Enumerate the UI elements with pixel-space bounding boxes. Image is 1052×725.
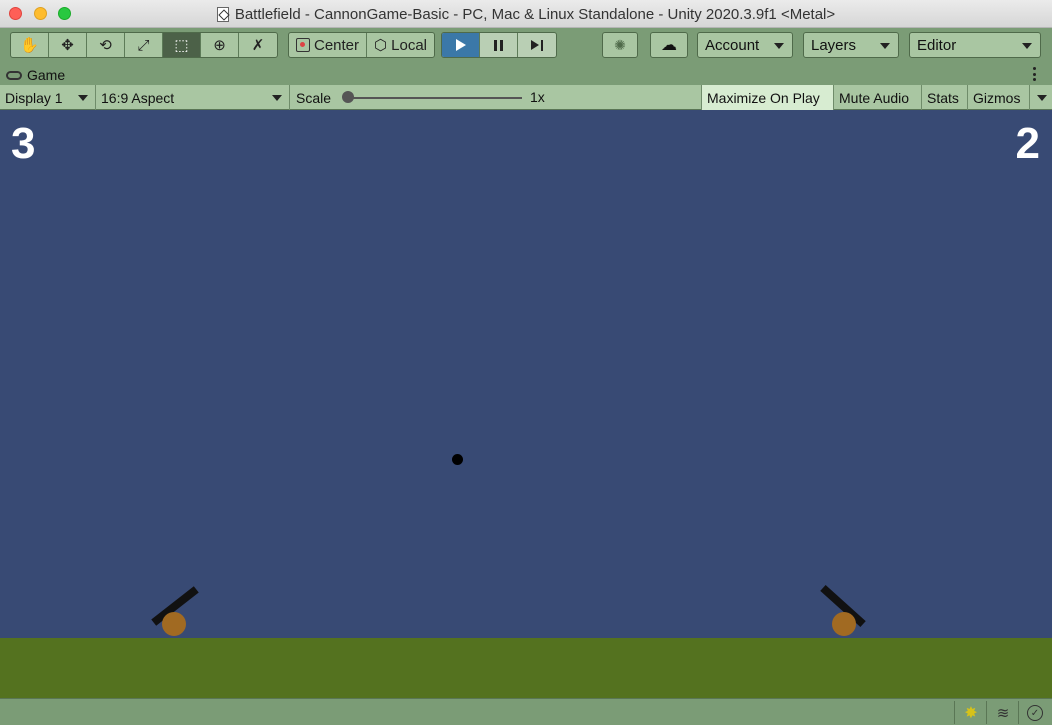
chevron-down-icon bbox=[78, 95, 88, 101]
ground bbox=[0, 638, 1052, 698]
hand-tool-button[interactable]: ✋ bbox=[11, 33, 49, 57]
display-dropdown[interactable]: Display 1 bbox=[0, 85, 96, 110]
scale-icon: ⤢ bbox=[137, 36, 150, 54]
collab-button[interactable]: ✺ bbox=[602, 32, 638, 58]
cache-server-icon[interactable]: ≋ bbox=[992, 703, 1014, 723]
tab-game-label: Game bbox=[27, 67, 66, 83]
right-cannon-wheel bbox=[832, 612, 856, 636]
mute-audio-toggle[interactable]: Mute Audio bbox=[834, 85, 922, 110]
pivot-space-label: Local bbox=[391, 36, 427, 54]
pivot-center-icon bbox=[296, 38, 310, 52]
pivot-toggles: Center ⬡ Local bbox=[288, 32, 435, 58]
layers-dropdown[interactable]: Layers bbox=[803, 32, 899, 58]
play-controls bbox=[441, 32, 557, 58]
status-divider bbox=[986, 701, 987, 724]
scale-slider-handle[interactable] bbox=[342, 91, 354, 103]
cannonball bbox=[452, 454, 463, 465]
rect-icon: ⬚ bbox=[174, 37, 189, 54]
unity-document-icon bbox=[216, 6, 229, 22]
account-label: Account bbox=[705, 36, 760, 54]
play-icon bbox=[455, 39, 466, 51]
rotate-tool-button[interactable]: ⟲ bbox=[87, 33, 125, 57]
custom-tool-button[interactable]: ✗ bbox=[239, 33, 277, 57]
chevron-down-icon bbox=[1022, 43, 1032, 49]
wrench-icon: ✗ bbox=[251, 37, 265, 54]
game-viewport[interactable]: 3 2 bbox=[0, 110, 1052, 698]
cloud-icon: ☁ bbox=[661, 37, 677, 54]
pause-button[interactable] bbox=[480, 33, 518, 57]
pivot-mode-label: Center bbox=[314, 36, 360, 54]
aspect-dropdown[interactable]: 16:9 Aspect bbox=[96, 85, 290, 110]
gizmos-label: Gizmos bbox=[973, 89, 1021, 106]
collab-icon: ✺ bbox=[614, 36, 626, 53]
chevron-down-icon bbox=[880, 43, 890, 49]
status-divider bbox=[1018, 701, 1019, 724]
transform-tools: ✋ ✥ ⟲ ⤢ ⬚ ⊕ ✗ bbox=[10, 32, 278, 58]
gizmos-dropdown[interactable] bbox=[1030, 85, 1052, 110]
gamepad-icon bbox=[6, 70, 22, 80]
cloud-button[interactable]: ☁ bbox=[650, 32, 688, 58]
left-cannon-wheel bbox=[162, 612, 186, 636]
window-title-text: Battlefield - CannonGame-Basic - PC, Mac… bbox=[234, 5, 836, 23]
rotate-icon: ⟲ bbox=[99, 37, 112, 54]
pivot-space-button[interactable]: ⬡ Local bbox=[367, 33, 434, 57]
pause-icon bbox=[494, 39, 503, 51]
step-button[interactable] bbox=[518, 33, 556, 57]
move-tool-button[interactable]: ✥ bbox=[49, 33, 87, 57]
right-player-score: 2 bbox=[1015, 119, 1040, 168]
chevron-down-icon bbox=[272, 95, 282, 101]
local-space-icon: ⬡ bbox=[374, 37, 388, 54]
gizmos-toggle[interactable]: Gizmos bbox=[968, 85, 1030, 110]
rect-tool-button[interactable]: ⬚ bbox=[163, 33, 201, 57]
main-toolbar: ✋ ✥ ⟲ ⤢ ⬚ ⊕ ✗ Center ⬡ Local ✺ ☁ Account… bbox=[0, 28, 1052, 63]
status-bar: ✸ ≋ ✓ bbox=[0, 698, 1052, 725]
maximize-label: Maximize On Play bbox=[707, 89, 820, 106]
tab-bar: Game bbox=[0, 63, 1052, 85]
play-button[interactable] bbox=[442, 33, 480, 57]
transform-icon: ⊕ bbox=[213, 37, 226, 54]
layout-label: Editor bbox=[917, 36, 957, 54]
left-player-score: 3 bbox=[11, 119, 36, 168]
maximize-on-play-toggle[interactable]: Maximize On Play bbox=[702, 85, 834, 110]
title-bar: Battlefield - CannonGame-Basic - PC, Mac… bbox=[0, 0, 1052, 28]
game-view-controls: Display 1 16:9 Aspect Scale 1x Maximize … bbox=[0, 85, 1052, 110]
tab-game[interactable]: Game bbox=[6, 65, 65, 85]
pivot-mode-button[interactable]: Center bbox=[289, 33, 368, 57]
progress-check-icon[interactable]: ✓ bbox=[1024, 703, 1046, 723]
auto-generate-lighting-icon[interactable]: ✸ bbox=[960, 703, 982, 723]
mute-label: Mute Audio bbox=[839, 89, 910, 106]
more-options-icon[interactable] bbox=[1033, 67, 1036, 81]
aspect-label: 16:9 Aspect bbox=[101, 89, 175, 106]
stats-toggle[interactable]: Stats bbox=[922, 85, 968, 110]
scale-tool-button[interactable]: ⤢ bbox=[125, 33, 163, 57]
display-label: Display 1 bbox=[5, 89, 63, 106]
stats-label: Stats bbox=[927, 89, 959, 106]
move-icon: ✥ bbox=[61, 37, 74, 54]
account-dropdown[interactable]: Account bbox=[697, 32, 793, 58]
layers-label: Layers bbox=[811, 36, 857, 54]
scale-value: 1x bbox=[530, 89, 545, 105]
layout-dropdown[interactable]: Editor bbox=[909, 32, 1041, 58]
transform-tool-button[interactable]: ⊕ bbox=[201, 33, 239, 57]
status-divider bbox=[954, 701, 955, 724]
chevron-down-icon bbox=[1037, 95, 1047, 101]
chevron-down-icon bbox=[774, 43, 784, 49]
scale-label: Scale bbox=[296, 89, 332, 106]
step-icon bbox=[531, 39, 543, 51]
hand-icon: ✋ bbox=[20, 37, 39, 54]
scale-slider-track[interactable] bbox=[348, 97, 522, 99]
window-title: Battlefield - CannonGame-Basic - PC, Mac… bbox=[0, 0, 1052, 28]
